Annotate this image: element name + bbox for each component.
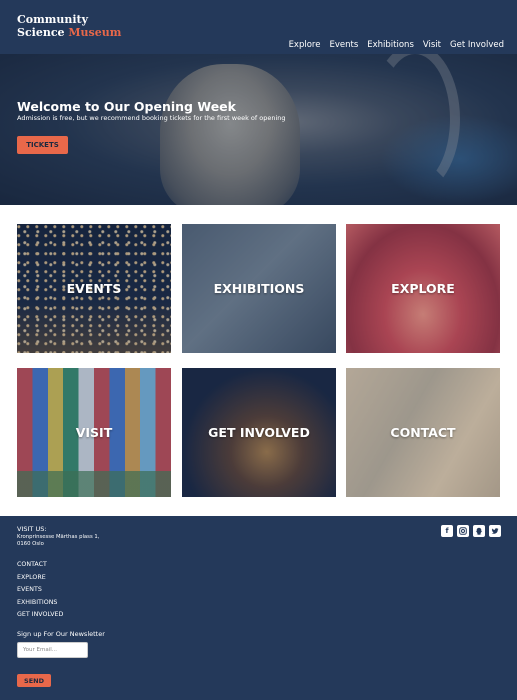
footer-links: CONTACT EXPLORE EVENTS EXHIBITIONS GET I… [17, 561, 63, 624]
nav-visit[interactable]: Visit [423, 40, 441, 50]
tile-events[interactable]: EVENTS [17, 224, 171, 353]
snapchat-icon[interactable] [473, 525, 485, 537]
footer-link-explore[interactable]: EXPLORE [17, 574, 63, 587]
tile-explore-label: EXPLORE [391, 281, 455, 296]
site-header: Community Science Museum Explore Events … [0, 0, 517, 54]
facebook-icon[interactable]: f [441, 525, 453, 537]
site-logo[interactable]: Community Science Museum [17, 13, 121, 39]
social-links: f [441, 525, 501, 537]
twitter-icon[interactable] [489, 525, 501, 537]
logo-line-2: Science Museum [17, 26, 121, 39]
hero-title: Welcome to Our Opening Week [17, 99, 236, 114]
hero-overlay [0, 54, 517, 205]
tile-contact[interactable]: CONTACT [346, 368, 500, 497]
footer-link-exhibitions[interactable]: EXHIBITIONS [17, 599, 63, 612]
main-nav: Explore Events Exhibitions Visit Get Inv… [289, 40, 504, 50]
tile-events-label: EVENTS [66, 281, 122, 296]
logo-museum: Museum [68, 26, 122, 39]
footer-link-get-involved[interactable]: GET INVOLVED [17, 611, 63, 624]
footer-link-contact[interactable]: CONTACT [17, 561, 63, 574]
newsletter-heading: Sign up For Our Newsletter [17, 630, 105, 638]
logo-line-1: Community [17, 13, 89, 26]
logo-science: Science [17, 26, 69, 39]
tile-visit-label: VISIT [75, 425, 113, 440]
address-line-1: Kronprinsesse Märthas plass 1, [17, 534, 100, 540]
tile-visit[interactable]: VISIT [17, 368, 171, 497]
footer-link-events[interactable]: EVENTS [17, 586, 63, 599]
instagram-icon[interactable] [457, 525, 469, 537]
tile-exhibitions-label: EXHIBITIONS [213, 281, 305, 296]
nav-get-involved[interactable]: Get Involved [450, 40, 504, 50]
address-line-2: 0160 Oslo [17, 541, 44, 547]
tickets-button[interactable]: TICKETS [17, 136, 68, 154]
tile-contact-label: CONTACT [390, 425, 456, 440]
tile-explore[interactable]: EXPLORE [346, 224, 500, 353]
nav-explore[interactable]: Explore [289, 40, 321, 50]
tile-get-involved-label: GET INVOLVED [208, 425, 310, 440]
site-footer: VISIT US: Kronprinsesse Märthas plass 1,… [0, 516, 517, 700]
tile-get-involved[interactable]: GET INVOLVED [182, 368, 336, 497]
hero-banner: Welcome to Our Opening Week Admission is… [0, 54, 517, 205]
visit-heading: VISIT US: [17, 525, 47, 533]
nav-events[interactable]: Events [329, 40, 358, 50]
send-button[interactable]: SEND [17, 674, 51, 687]
address: Kronprinsesse Märthas plass 1, 0160 Oslo [17, 534, 99, 548]
email-field[interactable] [17, 642, 88, 658]
nav-exhibitions[interactable]: Exhibitions [367, 40, 414, 50]
hero-subtitle: Admission is free, but we recommend book… [17, 114, 286, 122]
tile-exhibitions[interactable]: EXHIBITIONS [182, 224, 336, 353]
